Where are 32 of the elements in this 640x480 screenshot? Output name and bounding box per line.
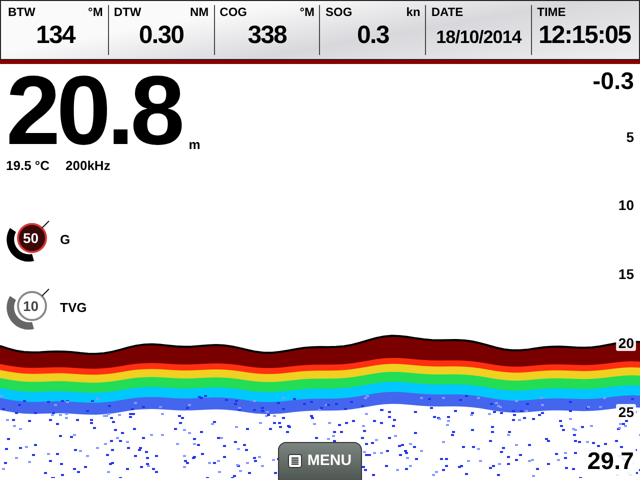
depth-scale-label: 15 <box>616 266 636 282</box>
depth-scale-label: 25 <box>616 404 636 420</box>
depth-reading: 20.8 <box>6 64 181 156</box>
unit-label: m <box>188 137 200 152</box>
unit-label: °M <box>300 5 314 19</box>
frequency-reading: 200kHz <box>66 158 110 173</box>
field-value: 18/10/2014 <box>435 27 523 48</box>
field-label: SOG <box>325 5 352 19</box>
control-label: G <box>60 232 70 246</box>
depth-scale-label: 10 <box>616 197 636 213</box>
control-label: TVG <box>60 300 87 314</box>
unit-label: kn <box>406 5 420 19</box>
depth-scale-label: 20 <box>616 335 636 351</box>
field-label: DTW <box>114 5 142 19</box>
depth-scale-label: 5 <box>624 129 636 145</box>
field-value: 134 <box>35 21 76 50</box>
unit-label: NM <box>190 5 209 19</box>
menu-button[interactable]: MENU <box>278 442 362 480</box>
dial-value: 50 <box>23 230 39 246</box>
dial-value: 10 <box>23 298 39 314</box>
field-value: 0.30 <box>138 21 185 50</box>
field-label: TIME <box>537 5 566 19</box>
depth-scale-label: 29.7 <box>585 448 636 476</box>
field-value: 338 <box>246 21 288 50</box>
field-value: 12:15:05 <box>538 21 632 50</box>
field-label: DATE <box>431 5 464 19</box>
field-label: BTW <box>8 5 36 19</box>
menu-icon <box>288 454 302 468</box>
unit-label: °M <box>88 5 103 19</box>
field-label: COG <box>220 5 247 19</box>
temperature-reading: 19.5 °C <box>6 158 50 173</box>
field-value: 0.3 <box>356 21 390 50</box>
